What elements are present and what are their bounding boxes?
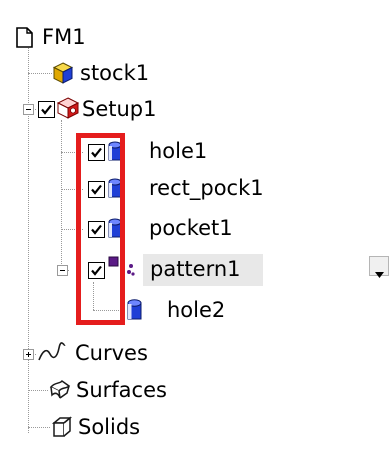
- collapse-toggle[interactable]: [23, 104, 34, 115]
- tree-line-solids: [28, 427, 50, 428]
- tree-node-label: FM1: [42, 25, 86, 49]
- tree-line-stock: [28, 73, 52, 74]
- tree-node-label: stock1: [80, 61, 150, 85]
- tree-node-label: hole1: [149, 139, 208, 163]
- tree-node-label: Setup1: [82, 97, 157, 121]
- feature-cylinder-icon: [124, 298, 146, 326]
- highlight-annotation-box: [76, 133, 125, 325]
- tree-node-label: rect_pock1: [149, 176, 264, 200]
- setup1-checkbox[interactable]: [38, 101, 55, 118]
- stock-cube-icon: [52, 62, 74, 88]
- solid-icon: [49, 415, 73, 443]
- setup-icon: [56, 96, 80, 124]
- file-icon: [16, 27, 33, 52]
- tree-line-surfaces: [28, 390, 48, 391]
- dropdown-button[interactable]: [369, 256, 389, 278]
- surface-icon: [48, 378, 72, 406]
- tree-node-label: pattern1: [150, 257, 241, 281]
- tree-node-label: pocket1: [149, 216, 233, 240]
- curve-icon: [37, 342, 67, 368]
- collapse-toggle[interactable]: [57, 265, 68, 276]
- tree-node-label: Solids: [78, 415, 141, 439]
- tree-node-label: Surfaces: [76, 378, 167, 402]
- expand-toggle[interactable]: [23, 349, 34, 360]
- tree-node-label: hole2: [167, 298, 226, 322]
- tree-node-label: Curves: [75, 341, 148, 365]
- tree-line-setup-children: [61, 120, 62, 276]
- dropdown-arrow-icon: [375, 263, 384, 282]
